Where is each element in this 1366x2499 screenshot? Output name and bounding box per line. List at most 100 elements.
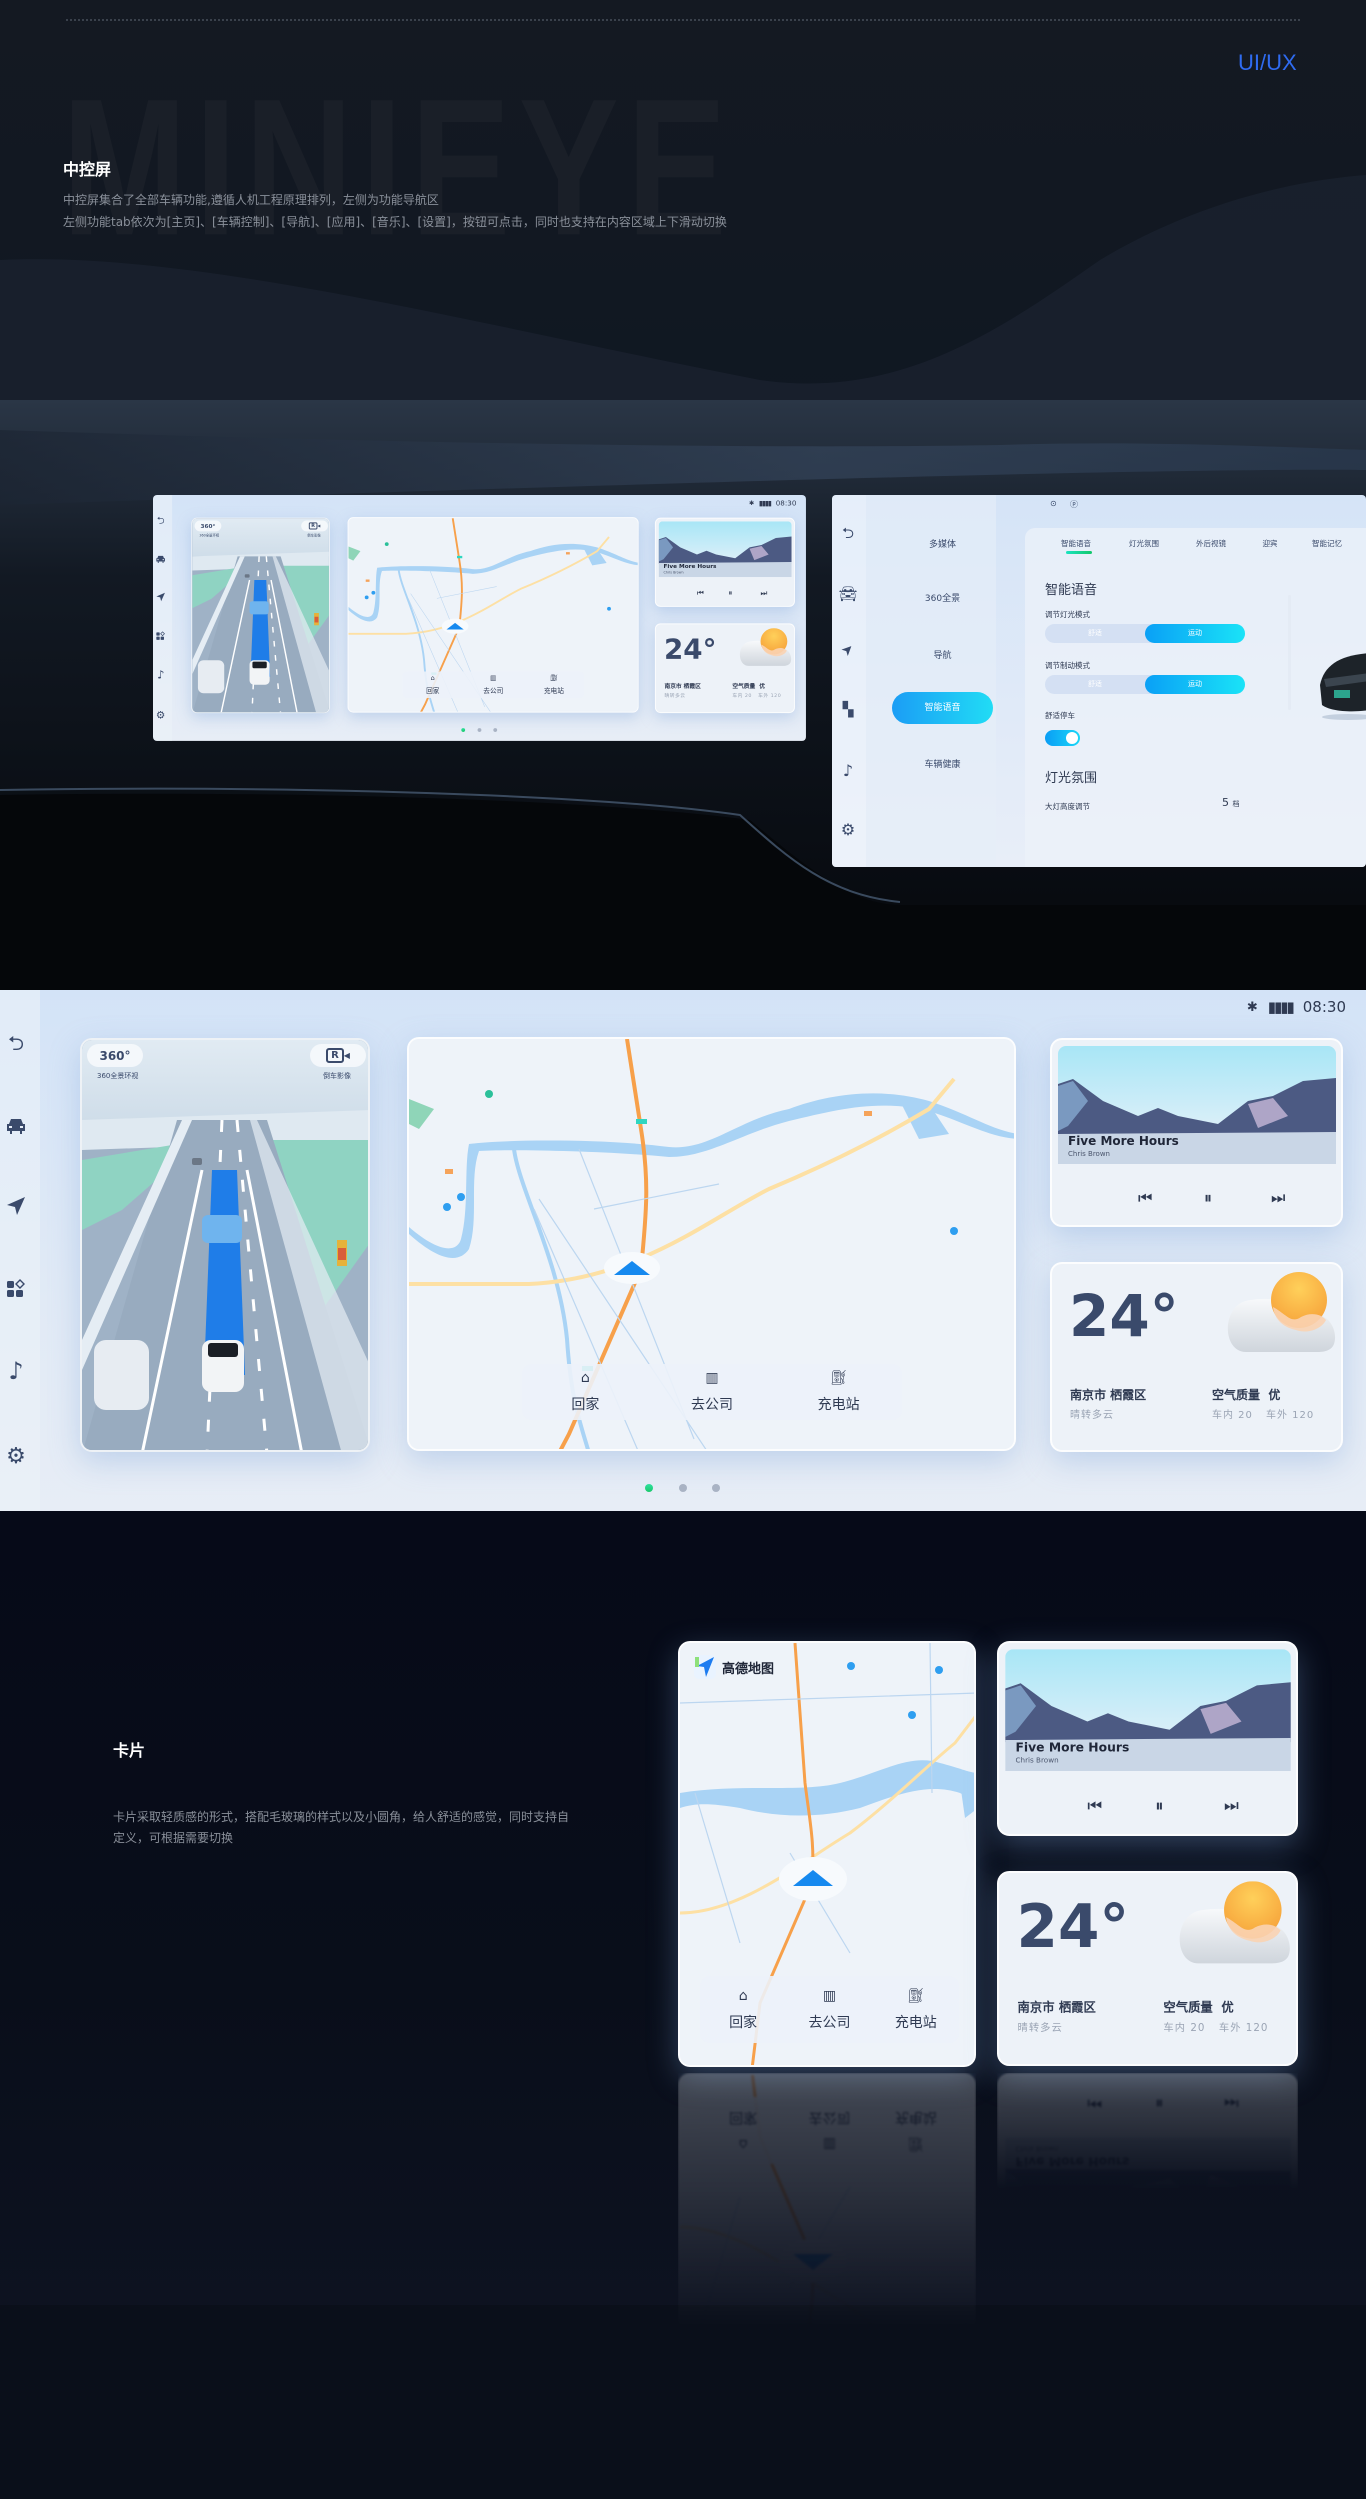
status-bar: ✱ ▮▮▮▮ 08:30 <box>749 499 796 507</box>
page-dot-1[interactable] <box>461 728 466 732</box>
camera-icon: ◀ <box>343 1051 350 1060</box>
menu-item-multimedia[interactable]: 多媒体 <box>892 537 993 550</box>
section-desc-line: 卡片采取轻质感的形式，搭配毛玻璃的样式以及小圆角，给人舒适的感觉，同时支持自 <box>113 1810 570 1824</box>
charging-station-icon: ⛽︎ <box>906 1987 925 2004</box>
quick-charging-station[interactable]: ⛽︎ 充电站 <box>524 672 585 698</box>
weather-card[interactable]: 24° 南京市 栖霞区 晴转多云 空气质量 优 车内 20 车外 120 <box>654 623 795 714</box>
music-card[interactable]: Five More Hours Chris Brown ⏮ ⏸ ⏭ <box>997 2073 1298 2268</box>
sidebar-item-settings[interactable]: ⚙ <box>4 1444 28 1469</box>
amap-card[interactable]: 高德地图 ⌂ 回家 ▥ 去公司 ⛽︎ 充电站 <box>678 1641 976 2067</box>
surround-view-button[interactable]: 360° <box>87 1044 143 1067</box>
light-mode-segmented-control[interactable]: 舒适 运动 <box>1045 624 1245 643</box>
music-icon[interactable]: ♪ <box>836 758 860 782</box>
previous-track-button[interactable]: ⏮ <box>1087 1796 1102 1817</box>
page-dot-3[interactable] <box>493 728 498 732</box>
sidebar-item-navigation[interactable] <box>4 1194 28 1218</box>
car-icon[interactable]: 🚘︎ <box>836 582 860 606</box>
quick-go-office[interactable]: ▥ 去公司 <box>786 1976 872 2043</box>
rear-camera-button[interactable]: R ◀ <box>301 520 328 532</box>
partly-cloudy-icon <box>1179 1881 1290 1964</box>
surround-view-card[interactable]: 360° 360全景环视 R ◀ 倒车影像 <box>191 517 330 714</box>
page-dot-1[interactable] <box>645 1484 653 1492</box>
tab-smart-memory[interactable]: 智能记忆 <box>1312 538 1342 549</box>
map-card[interactable]: ⌂ 回家 ▥ 去公司 ⛽︎ 充电站 <box>347 517 639 713</box>
menu-item-navigation[interactable]: 导航 <box>892 648 993 661</box>
quick-go-office[interactable]: ▥ 去公司 <box>463 672 524 698</box>
page-dot-3[interactable] <box>712 1484 720 1492</box>
tab-ambient-light[interactable]: 灯光氛围 <box>1129 538 1159 549</box>
next-track-button[interactable]: ⏭ <box>1271 1188 1285 1208</box>
apps-icon <box>156 631 165 640</box>
previous-track-button[interactable]: ⏮ <box>697 588 704 597</box>
rear-camera-button[interactable]: R ◀ <box>310 1044 366 1067</box>
song-artist: Chris Brown <box>1068 1150 1110 1158</box>
tab-smart-voice[interactable]: 智能语音 <box>1061 538 1091 549</box>
map-card[interactable]: ⌂ 回家 ▥ 去公司 ⛽︎ 充电站 <box>407 1037 1016 1451</box>
scrollbar[interactable] <box>1288 595 1291 710</box>
headlight-height-value[interactable]: 5 档 <box>1222 796 1240 809</box>
music-card[interactable]: Five More Hours Chris Brown ⏮ ⏸ ⏭ <box>997 1641 1298 1836</box>
pause-button[interactable]: ⏸ <box>1155 1796 1163 1817</box>
pause-button[interactable]: ⏸ <box>729 588 733 597</box>
music-card[interactable]: Five More Hours Chris Brown ⏮ ⏸ ⏭ <box>1050 1038 1343 1227</box>
apps-icon[interactable]: ▚ <box>836 698 860 722</box>
quick-label: 回家 <box>729 2109 758 2126</box>
previous-track-button[interactable]: ⏮ <box>1138 1188 1152 1208</box>
home-icon: ⌂ <box>738 1987 748 2004</box>
quick-go-home[interactable]: ⌂ 回家 <box>700 2097 786 2164</box>
tab-welcome[interactable]: 迎宾 <box>1263 538 1278 549</box>
surround-view-button[interactable]: 360° <box>194 520 222 532</box>
inside-aqi: 车内 20 <box>1163 2022 1206 2035</box>
menu-item-smart-voice[interactable]: 智能语音 <box>892 692 993 724</box>
sidebar-item-music[interactable]: ♪ <box>155 668 166 681</box>
sidebar-item-settings[interactable]: ⚙ <box>155 709 166 721</box>
sidebar-item-home[interactable]: ⮌ <box>155 514 166 527</box>
pause-button[interactable]: ⏸ <box>1204 1188 1212 1208</box>
option-comfort[interactable]: 舒适 <box>1045 624 1145 643</box>
navigation-icon <box>7 1197 25 1215</box>
menu-item-360[interactable]: 360全景 <box>892 591 993 604</box>
partly-cloudy-icon <box>739 628 792 666</box>
menu-item-vehicle-health[interactable]: 车辆健康 <box>892 757 993 770</box>
next-track-button[interactable]: ⏭ <box>761 588 768 597</box>
sidebar-item-apps[interactable] <box>155 630 166 641</box>
brake-mode-segmented-control[interactable]: 舒适 运动 <box>1045 675 1245 694</box>
quick-charging-station[interactable]: ⛽︎ 充电站 <box>873 2097 959 2164</box>
quick-go-home[interactable]: ⌂ 回家 <box>403 672 464 698</box>
surround-view-card[interactable]: 360° 360全景环视 R ◀ 倒车影像 <box>80 1038 370 1452</box>
amap-brand-label: 高德地图 <box>722 1661 775 1677</box>
music-card[interactable]: Five More Hours Chris Brown ⏮ ⏸ ⏭ <box>654 517 795 607</box>
sidebar-item-music[interactable]: ♪ <box>4 1357 28 1385</box>
option-sport[interactable]: 运动 <box>1145 675 1245 694</box>
settings-icon[interactable]: ⚙ <box>836 817 860 841</box>
rear-camera-label: 倒车影像 <box>307 533 321 538</box>
option-comfort[interactable]: 舒适 <box>1045 675 1145 694</box>
weather-card[interactable]: 24° 南京市 栖霞区 晴转多云 空气质量 优 车内 20 车外 120 <box>997 1871 1298 2066</box>
quick-go-office[interactable]: ▥ 去公司 <box>649 1364 776 1420</box>
pause-button[interactable]: ⏸ <box>1155 2093 1163 2114</box>
option-sport[interactable]: 运动 <box>1145 624 1245 643</box>
rear-camera-icon: R <box>326 1048 344 1063</box>
home-icon[interactable]: ⮌ <box>836 523 860 547</box>
weather-card[interactable]: 24° 南京市 栖霞区 晴转多云 空气质量 优 车内 20 车外 120 <box>1050 1262 1343 1452</box>
previous-track-button[interactable]: ⏮ <box>1087 2093 1102 2114</box>
tab-side-mirrors[interactable]: 外后视镜 <box>1196 538 1226 549</box>
next-track-button[interactable]: ⏭ <box>1224 2093 1239 2114</box>
rear-camera-label: 倒车影像 <box>323 1072 351 1080</box>
page-dot-2[interactable] <box>679 1484 687 1492</box>
cards-section: 卡片 卡片采取轻质感的形式，搭配毛玻璃的样式以及小圆角，给人舒适的感觉，同时支持… <box>0 1511 1366 2499</box>
quick-charging-station[interactable]: ⛽︎ 充电站 <box>873 1976 959 2043</box>
quick-go-home[interactable]: ⌂ 回家 <box>700 1976 786 2043</box>
sidebar-item-navigation[interactable] <box>155 591 166 602</box>
quick-charging-station[interactable]: ⛽︎ 充电站 <box>775 1364 902 1420</box>
quick-go-office[interactable]: ▥ 去公司 <box>786 2097 872 2164</box>
comfort-parking-toggle[interactable] <box>1045 730 1080 746</box>
next-track-button[interactable]: ⏭ <box>1224 1796 1239 1817</box>
quick-go-home[interactable]: ⌂ 回家 <box>522 1364 649 1420</box>
page-dot-2[interactable] <box>477 728 482 732</box>
sidebar-item-vehicle-control[interactable] <box>155 554 166 565</box>
amap-card[interactable]: 高德地图 ⌂ 回家 ▥ 去公司 ⛽︎ 充电站 <box>678 2073 976 2499</box>
sidebar-item-vehicle-control[interactable] <box>4 1114 28 1138</box>
sidebar-item-home[interactable]: ⮌ <box>4 1031 28 1058</box>
sidebar-item-apps[interactable] <box>4 1277 28 1301</box>
